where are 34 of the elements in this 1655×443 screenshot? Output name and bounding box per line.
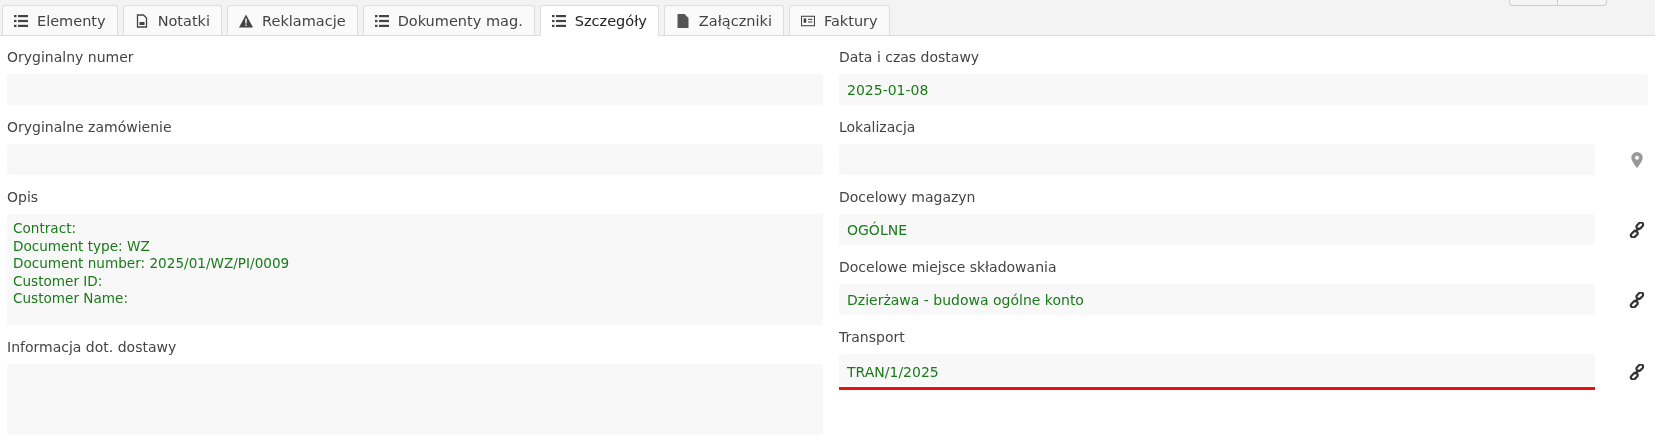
input-field[interactable]: TRAN/1/2025 xyxy=(839,354,1595,390)
field-label: Docelowe miejsce składowania xyxy=(839,259,1058,276)
link-icon[interactable] xyxy=(1629,291,1645,308)
document-icon xyxy=(134,13,149,28)
location-pin-icon[interactable] xyxy=(1629,151,1645,168)
tab[interactable]: Szczegóły xyxy=(539,5,659,36)
tab[interactable]: Notatki xyxy=(122,5,223,35)
tab[interactable]: Elementy xyxy=(2,5,118,35)
text-area[interactable]: Contract: Document type: WZ Document number: 2025/01/WZ/PI/0009 Customer ID: Customer Name: xyxy=(7,214,823,325)
field-label: Oryginalny numer xyxy=(7,49,135,66)
list-icon xyxy=(374,13,389,28)
tab[interactable]: Dokumenty mag. xyxy=(362,5,535,35)
field-label: Oryginalne zamówienie xyxy=(7,119,173,136)
field-label: Data i czas dostawy xyxy=(839,49,981,66)
card-icon xyxy=(800,13,815,28)
link-icon[interactable] xyxy=(1629,221,1645,238)
tab[interactable]: Reklamacje xyxy=(227,5,358,35)
field-label: Informacja dot. dostawy xyxy=(7,339,178,356)
input-field[interactable]: OGÓLNE xyxy=(839,214,1595,245)
warning-icon xyxy=(239,13,254,28)
field-label: Opis xyxy=(7,189,40,206)
toolbar-button[interactable] xyxy=(1558,0,1607,6)
input-field[interactable]: Dzierżawa - budowa ogólne konto xyxy=(839,284,1595,315)
tab[interactable]: Faktury xyxy=(788,5,890,35)
file-icon xyxy=(675,13,690,28)
field-label: Lokalizacja xyxy=(839,119,917,136)
field-label: Transport xyxy=(839,329,906,346)
list-icon xyxy=(14,13,28,28)
field-label: Docelowy magazyn xyxy=(839,189,977,206)
list-icon xyxy=(551,14,566,28)
link-icon[interactable] xyxy=(1629,364,1645,380)
tab[interactable]: Załączniki xyxy=(663,5,784,35)
toolbar-button[interactable] xyxy=(1509,0,1558,6)
input-field[interactable]: 2025-01-08 xyxy=(839,74,1648,105)
